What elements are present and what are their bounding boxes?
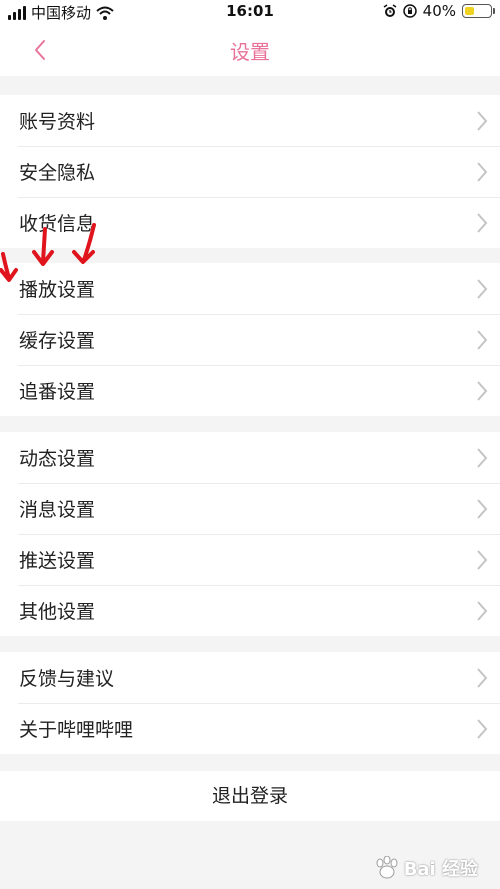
settings-item-label: 账号资料 xyxy=(19,111,96,133)
annotation-arrow-icon xyxy=(0,252,18,282)
paw-logo-icon xyxy=(376,856,398,879)
status-right: 40% xyxy=(383,2,495,20)
chevron-right-icon xyxy=(477,550,488,570)
settings-item-cache[interactable]: 缓存设置 xyxy=(0,314,500,365)
chevron-right-icon xyxy=(477,111,488,131)
settings-item-label: 关于哔哩哔哩 xyxy=(19,719,134,741)
settings-group-notifications: 动态设置 消息设置 推送设置 其他设置 xyxy=(0,432,500,636)
settings-item-dynamics[interactable]: 动态设置 xyxy=(0,432,500,483)
annotation-arrow-icon xyxy=(72,223,96,264)
settings-item-label: 缓存设置 xyxy=(19,330,96,352)
settings-item-label: 推送设置 xyxy=(19,550,96,572)
settings-item-about[interactable]: 关于哔哩哔哩 xyxy=(0,703,500,754)
watermark-text: Bai 经验 xyxy=(403,859,478,880)
settings-item-push[interactable]: 推送设置 xyxy=(0,534,500,585)
annotation-arrow-icon xyxy=(32,227,54,266)
settings-group-playback: 播放设置 缓存设置 追番设置 xyxy=(0,263,500,416)
settings-item-messages[interactable]: 消息设置 xyxy=(0,483,500,534)
status-bar: 中国移动 16:01 40% xyxy=(0,0,500,24)
logout-button[interactable]: 退出登录 xyxy=(0,771,500,821)
settings-item-other[interactable]: 其他设置 xyxy=(0,585,500,636)
battery-fill xyxy=(465,7,475,15)
settings-group-about: 反馈与建议 关于哔哩哔哩 xyxy=(0,652,500,754)
orientation-lock-icon xyxy=(402,4,417,18)
chevron-right-icon xyxy=(477,213,488,233)
settings-item-feedback[interactable]: 反馈与建议 xyxy=(0,652,500,703)
chevron-right-icon xyxy=(477,279,488,299)
page-title: 设置 xyxy=(230,40,270,64)
settings-item-playback[interactable]: 播放设置 xyxy=(0,263,500,314)
alarm-icon xyxy=(383,4,397,17)
nav-bar: 设置 xyxy=(0,24,500,76)
settings-item-security-privacy[interactable]: 安全隐私 xyxy=(0,146,500,197)
chevron-right-icon xyxy=(477,330,488,350)
chevron-right-icon xyxy=(477,601,488,621)
baidu-jingyan-watermark: Bai 经验 xyxy=(374,855,478,881)
settings-item-bangumi[interactable]: 追番设置 xyxy=(0,365,500,416)
settings-item-label: 其他设置 xyxy=(19,601,96,623)
settings-item-label: 动态设置 xyxy=(19,448,96,470)
chevron-right-icon xyxy=(477,381,488,401)
chevron-right-icon xyxy=(477,162,488,182)
settings-item-label: 追番设置 xyxy=(19,381,96,403)
battery-icon xyxy=(462,4,495,18)
battery-percent: 40% xyxy=(422,2,456,20)
settings-item-label: 消息设置 xyxy=(19,499,96,521)
chevron-right-icon xyxy=(477,719,488,739)
settings-item-label: 反馈与建议 xyxy=(19,668,115,690)
chevron-right-icon xyxy=(477,668,488,688)
settings-item-label: 播放设置 xyxy=(19,279,96,301)
chevron-right-icon xyxy=(477,499,488,519)
chevron-right-icon xyxy=(477,448,488,468)
settings-item-account-profile[interactable]: 账号资料 xyxy=(0,95,500,146)
settings-item-label: 安全隐私 xyxy=(19,162,96,184)
